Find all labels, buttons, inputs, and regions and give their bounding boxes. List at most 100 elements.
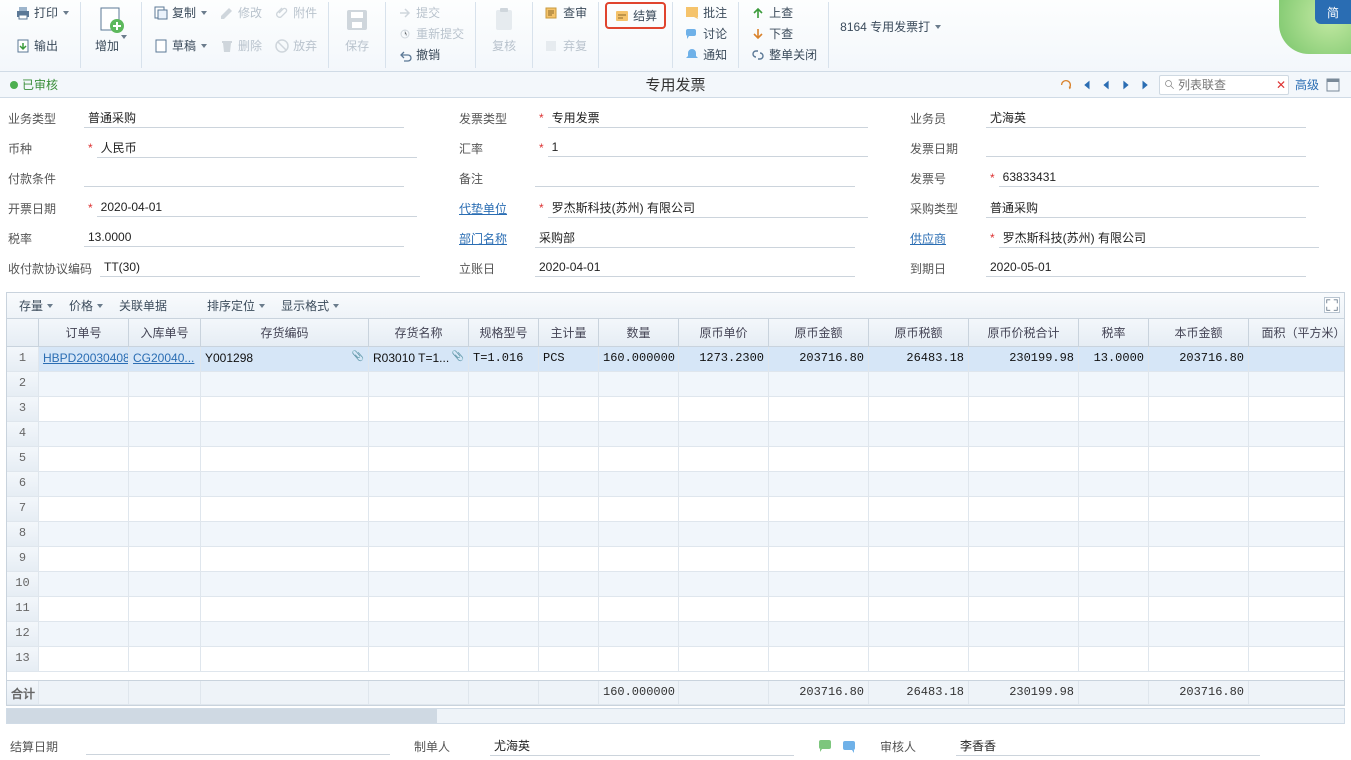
grid-hscrollbar[interactable] [6,708,1345,724]
first-icon[interactable] [1079,78,1093,92]
table-row[interactable]: 1 HBPD20030408 CG20040... Y001298📎 R0301… [7,347,1344,372]
refresh-icon[interactable] [1059,78,1073,92]
col-price[interactable]: 原币单价 [679,319,769,346]
arrow-down-icon [750,26,766,42]
settle-button[interactable]: 结算 [605,2,666,29]
adv-search-link[interactable]: 高级 [1295,76,1319,93]
field-rate[interactable]: 1 [548,140,868,157]
field-payterm[interactable] [84,170,404,187]
discuss-button[interactable]: 讨论 [679,23,732,44]
field-taxrate[interactable]: 13.0000 [84,230,404,247]
field-biztype[interactable]: 普通采购 [84,109,404,128]
table-row[interactable]: 9 [7,547,1344,572]
field-payprotocol[interactable]: TT(30) [100,260,420,277]
col-orderno[interactable]: 订单号 [39,319,129,346]
table-row[interactable]: 4 [7,422,1344,447]
cell-orderno[interactable]: HBPD20030408 [43,351,129,365]
search-icon [1164,79,1176,91]
table-row[interactable]: 5 [7,447,1344,472]
table-row[interactable]: 6 [7,472,1344,497]
clear-icon[interactable]: ✕ [1276,78,1286,92]
field-advunit[interactable]: 罗杰斯科技(苏州) 有限公司 [548,199,868,218]
print-button[interactable]: 打印 [10,2,74,23]
chat-green-icon[interactable] [818,738,834,754]
field-invdate[interactable] [986,140,1306,157]
col-amt[interactable]: 原币金额 [769,319,869,346]
label-duedate: 到期日 [910,260,986,277]
label-advunit[interactable]: 代垫单位 [459,200,535,217]
abandon-icon [544,38,560,54]
table-row[interactable]: 8 [7,522,1344,547]
col-spec[interactable]: 规格型号 [469,319,539,346]
table-row[interactable]: 7 [7,497,1344,522]
review-button[interactable]: 查审 [539,2,592,23]
cell-stockname: R03010 T=1... [373,351,449,365]
col-uom[interactable]: 主计量 [539,319,599,346]
table-row[interactable]: 10 [7,572,1344,597]
paperclip-icon: 📎 [352,351,364,362]
col-localamt[interactable]: 本币金额 [1149,319,1249,346]
copy-button[interactable]: 复制 [148,2,212,23]
field-postdate[interactable]: 2020-04-01 [535,260,855,277]
cell-spec: T=1.016 [469,347,539,371]
paperclip-icon: 📎 [452,351,464,362]
field-invtype[interactable]: 专用发票 [548,109,868,128]
prev-icon[interactable] [1099,78,1113,92]
table-row[interactable]: 12 [7,622,1344,647]
label-supplier[interactable]: 供应商 [910,230,986,247]
col-rate[interactable]: 税率 [1079,319,1149,346]
col-tax[interactable]: 原币税额 [869,319,969,346]
label-dept[interactable]: 部门名称 [459,230,535,247]
trace-up-button[interactable]: 上查 [745,2,798,23]
draft-button[interactable]: 草稿 [148,35,212,56]
col-inno[interactable]: 入库单号 [129,319,201,346]
field-creator: 尤海英 [490,737,794,756]
next-icon[interactable] [1119,78,1133,92]
field-remark[interactable] [535,170,855,187]
revoke-button[interactable]: 撤销 [392,44,445,65]
notify-button[interactable]: 通知 [679,44,732,65]
table-row[interactable]: 3 [7,397,1344,422]
field-purtype[interactable]: 普通采购 [986,199,1306,218]
table-row[interactable]: 11 [7,597,1344,622]
table-row[interactable]: 13 [7,647,1344,672]
col-total[interactable]: 原币价税合计 [969,319,1079,346]
col-qty[interactable]: 数量 [599,319,679,346]
gt-stock[interactable]: 存量 [13,295,59,316]
col-stockname[interactable]: 存货名称 [369,319,469,346]
chat-blue-icon[interactable] [840,738,856,754]
trace-down-button[interactable]: 下查 [745,23,798,44]
col-area[interactable]: 面积（平方米） [1249,319,1345,346]
gt-assoc[interactable]: 关联单据 [113,295,173,316]
field-dept[interactable]: 采购部 [535,229,855,248]
field-duedate[interactable]: 2020-05-01 [986,260,1306,277]
template-select[interactable]: 8164 专用发票打 [835,16,946,37]
resubmit-button: 重新提交 [392,23,469,44]
label-remark: 备注 [459,170,535,187]
detail-grid: 订单号 入库单号 存货编码 存货名称 规格型号 主计量 数量 原币单价 原币金额… [6,318,1345,706]
list-search[interactable]: ✕ [1159,75,1289,95]
annotate-button[interactable]: 批注 [679,2,732,23]
status-dot-icon [10,81,18,89]
field-settledate[interactable] [86,738,390,755]
field-salesman[interactable]: 尤海英 [986,109,1306,128]
close-all-button[interactable]: 整单关闭 [745,44,822,65]
output-button[interactable]: 输出 [10,35,63,56]
add-button[interactable]: 增加 [87,2,135,58]
cell-inno[interactable]: CG20040... [133,351,194,365]
col-stockcode[interactable]: 存货编码 [201,319,369,346]
table-row[interactable]: 2 [7,372,1344,397]
gt-price[interactable]: 价格 [63,295,109,316]
grid-expand-button[interactable] [1324,297,1340,313]
last-icon[interactable] [1139,78,1153,92]
user-badge[interactable]: 简 [1315,0,1351,24]
gt-display[interactable]: 显示格式 [275,295,345,316]
search-input[interactable] [1176,77,1276,93]
field-currency[interactable]: 人民币 [97,139,417,158]
field-issuedate[interactable]: 2020-04-01 [97,200,417,217]
submit-button: 提交 [392,2,445,23]
field-invno[interactable]: 63833431 [999,170,1319,187]
panel-icon[interactable] [1325,77,1341,93]
gt-sort[interactable]: 排序定位 [201,295,271,316]
field-supplier[interactable]: 罗杰斯科技(苏州) 有限公司 [999,229,1319,248]
